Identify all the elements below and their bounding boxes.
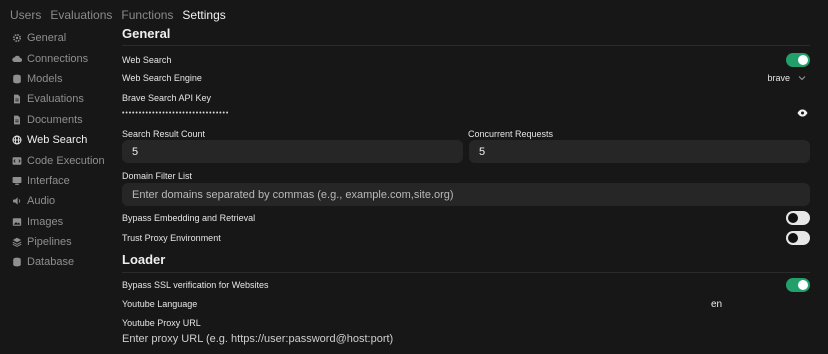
sidebar-item-pipelines[interactable]: Pipelines: [12, 232, 112, 252]
tab-evaluations[interactable]: Evaluations: [50, 8, 112, 22]
cloud-icon: [12, 55, 22, 62]
section-heading-general: General: [122, 26, 171, 41]
sidebar-item-code-execution[interactable]: Code Execution: [12, 150, 112, 170]
youtube-proxy-label: Youtube Proxy URL: [122, 318, 201, 328]
trust-proxy-toggle[interactable]: [786, 231, 810, 245]
domain-filter-placeholder: Enter domains separated by commas (e.g.,…: [132, 188, 454, 201]
sidebar-item-label: Web Search: [27, 134, 88, 147]
bypass-ssl-label: Bypass SSL verification for Websites: [122, 280, 269, 290]
sidebar-item-audio[interactable]: Audio: [12, 191, 112, 211]
api-key-row: ••••••••••••••••••••••••••••••••: [122, 109, 810, 117]
globe-icon: [12, 135, 22, 145]
bypass-embedding-toggle[interactable]: [786, 211, 810, 225]
web-search-toggle[interactable]: [786, 53, 810, 67]
tab-settings[interactable]: Settings: [182, 8, 225, 22]
engine-select[interactable]: brave: [767, 73, 806, 83]
code-icon: [12, 156, 22, 165]
engine-row: Web Search Engine brave: [122, 73, 810, 83]
sidebar-item-label: General: [27, 32, 67, 45]
concurrent-label: Concurrent Requests: [468, 129, 554, 139]
sidebar-item-label: Database: [27, 256, 75, 269]
bypass-ssl-row: Bypass SSL verification for Websites: [122, 278, 810, 292]
sidebar-item-label: Interface: [27, 174, 70, 187]
youtube-proxy-placeholder: Enter proxy URL (e.g. https://user:passw…: [122, 333, 394, 345]
sidebar-item-label: Models: [27, 72, 63, 85]
youtube-proxy-input[interactable]: Enter proxy URL (e.g. https://user:passw…: [122, 331, 810, 347]
result-count-input[interactable]: 5: [122, 140, 463, 163]
domain-filter-input[interactable]: Enter domains separated by commas (e.g.,…: [122, 183, 810, 206]
chevron-down-icon: [798, 76, 806, 81]
monitor-icon: [12, 176, 22, 185]
image-icon: [12, 217, 22, 226]
document-icon: [14, 94, 20, 104]
domain-filter-label: Domain Filter List: [122, 171, 193, 181]
tab-users[interactable]: Users: [10, 8, 41, 22]
settings-sidebar: General Connections Models Evaluations D…: [12, 28, 112, 273]
section-heading-loader: Loader: [122, 252, 166, 267]
bypass-embedding-label: Bypass Embedding and Retrieval: [122, 213, 256, 223]
database-icon: [13, 258, 21, 267]
engine-label: Web Search Engine: [122, 73, 202, 83]
api-key-input[interactable]: ••••••••••••••••••••••••••••••••: [122, 110, 229, 117]
sidebar-item-label: Evaluations: [27, 93, 84, 106]
document-icon: [14, 115, 20, 125]
top-nav: Users Evaluations Functions Settings: [10, 8, 226, 22]
sidebar-item-label: Connections: [27, 52, 89, 65]
concurrent-requests-input[interactable]: 5: [469, 140, 810, 163]
divider: [122, 272, 810, 273]
gear-icon: [12, 34, 22, 43]
youtube-language-label: Youtube Language: [122, 299, 198, 309]
bypass-ssl-toggle[interactable]: [786, 278, 810, 292]
eye-icon[interactable]: [797, 109, 808, 117]
divider: [122, 45, 810, 46]
web-search-row: Web Search: [122, 53, 810, 67]
speaker-icon: [13, 197, 21, 205]
sidebar-item-models[interactable]: Models: [12, 69, 112, 89]
sidebar-item-documents[interactable]: Documents: [12, 110, 112, 130]
bypass-embedding-row: Bypass Embedding and Retrieval: [122, 211, 810, 225]
sidebar-item-web-search[interactable]: Web Search: [12, 130, 112, 150]
trust-proxy-row: Trust Proxy Environment: [122, 231, 810, 245]
sidebar-item-database[interactable]: Database: [12, 252, 112, 272]
concurrent-value: 5: [479, 145, 486, 158]
result-count-value: 5: [132, 145, 139, 158]
tab-functions[interactable]: Functions: [121, 8, 173, 22]
sidebar-item-general[interactable]: General: [12, 28, 112, 48]
sidebar-item-label: Audio: [27, 195, 56, 208]
layers-icon: [12, 237, 22, 248]
sidebar-item-interface[interactable]: Interface: [12, 171, 112, 191]
youtube-language-input[interactable]: en: [711, 299, 722, 310]
sidebar-item-label: Code Execution: [27, 154, 105, 167]
database-icon: [13, 74, 21, 84]
engine-value: brave: [767, 73, 790, 83]
api-key-label: Brave Search API Key: [122, 93, 212, 103]
sidebar-item-connections[interactable]: Connections: [12, 48, 112, 68]
sidebar-item-label: Images: [27, 215, 64, 228]
sidebar-item-label: Documents: [27, 113, 83, 126]
web-search-label: Web Search: [122, 55, 172, 65]
result-count-label: Search Result Count: [122, 129, 206, 139]
sidebar-item-evaluations[interactable]: Evaluations: [12, 89, 112, 109]
trust-proxy-label: Trust Proxy Environment: [122, 233, 221, 243]
sidebar-item-images[interactable]: Images: [12, 212, 112, 232]
sidebar-item-label: Pipelines: [27, 236, 72, 249]
